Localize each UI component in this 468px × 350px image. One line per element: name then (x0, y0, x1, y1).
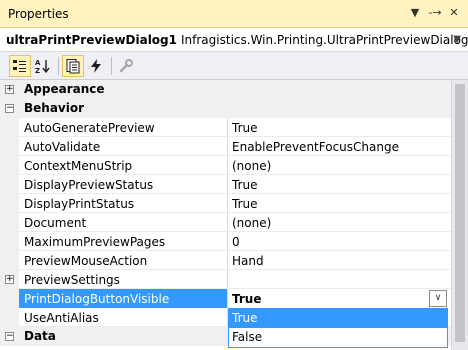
column-divider (227, 137, 228, 156)
value-dropdown-list[interactable]: True False (228, 308, 448, 348)
property-name: MaximumPreviewPages (24, 235, 166, 249)
lightning-icon (91, 59, 101, 73)
collapse-icon[interactable]: − (5, 104, 14, 113)
category-appearance[interactable]: + Appearance (0, 80, 451, 99)
svg-text:A: A (35, 59, 41, 67)
property-row-maximumpreviewpages[interactable]: MaximumPreviewPages 0 (0, 232, 451, 251)
expand-icon[interactable]: + (5, 275, 14, 284)
properties-title-bar[interactable]: Properties ▼ -→ ✕ (0, 0, 468, 28)
chevron-down-icon[interactable]: ▼ (453, 34, 461, 45)
object-name: ultraPrintPreviewDialog1 (6, 33, 177, 47)
properties-icon (66, 59, 80, 74)
column-divider (227, 118, 228, 137)
property-value[interactable]: Hand (232, 254, 447, 268)
property-name: UseAntiAlias (24, 311, 99, 325)
column-divider (227, 251, 228, 270)
column-divider (227, 232, 228, 251)
wrench-icon (119, 59, 133, 73)
toolbar-separator (111, 57, 112, 75)
dropdown-option-false[interactable]: False (229, 328, 447, 347)
vertical-scrollbar[interactable] (451, 80, 468, 350)
dropdown-icon[interactable]: ▼ (408, 6, 422, 20)
category-label: Appearance (24, 82, 105, 96)
property-value[interactable]: True (232, 197, 447, 211)
property-name: DisplayPrintStatus (24, 197, 135, 211)
property-pages-button[interactable] (115, 55, 137, 77)
property-name: DisplayPreviewStatus (24, 178, 154, 192)
window-title: Properties (8, 7, 69, 21)
pin-icon[interactable]: -→ (428, 6, 442, 20)
property-value[interactable]: 0 (232, 235, 447, 249)
column-divider (227, 270, 228, 289)
events-button[interactable] (85, 55, 107, 77)
property-name: ContextMenuStrip (24, 159, 133, 173)
row-margin (0, 194, 19, 213)
property-value[interactable]: True (232, 178, 447, 192)
category-behavior[interactable]: − Behavior (0, 99, 451, 118)
object-selector[interactable]: ultraPrintPreviewDialog1 Infragistics.Win… (0, 28, 468, 52)
row-margin (0, 308, 19, 327)
property-name: Document (24, 216, 87, 230)
close-icon[interactable]: ✕ (447, 6, 461, 20)
column-divider (227, 289, 228, 308)
categorized-icon (13, 60, 26, 72)
categorized-button[interactable] (9, 55, 31, 77)
property-name: PreviewMouseAction (24, 254, 148, 268)
property-row-printdialogbuttonvisible[interactable]: PrintDialogButtonVisible True ∨ (0, 289, 451, 308)
row-margin (0, 289, 19, 308)
property-row-document[interactable]: Document (none) (0, 213, 451, 232)
property-value[interactable]: (none) (232, 159, 447, 173)
property-value[interactable]: True (232, 121, 447, 135)
row-margin (0, 156, 19, 175)
column-divider (227, 194, 228, 213)
property-row-displaypreviewstatus[interactable]: DisplayPreviewStatus True (0, 175, 451, 194)
alphabetical-button[interactable]: A Z (32, 55, 54, 77)
property-name: PrintDialogButtonVisible (19, 289, 227, 308)
property-row-previewsettings[interactable]: + PreviewSettings (0, 270, 451, 289)
row-margin (0, 213, 19, 232)
property-name: AutoValidate (24, 140, 101, 154)
dropdown-button[interactable]: ∨ (429, 290, 447, 307)
expand-icon[interactable]: + (5, 85, 14, 94)
property-value[interactable]: (none) (232, 216, 447, 230)
properties-button[interactable] (62, 55, 84, 77)
row-margin (0, 137, 19, 156)
property-value-editor[interactable]: True (232, 292, 447, 306)
column-divider (227, 156, 228, 175)
property-name: PreviewSettings (24, 273, 120, 287)
properties-toolbar: A Z (0, 52, 468, 80)
column-divider (227, 213, 228, 232)
row-margin (0, 251, 19, 270)
scrollbar-thumb[interactable] (455, 84, 465, 342)
property-row-autogeneratepreview[interactable]: AutoGeneratePreview True (0, 118, 451, 137)
property-row-previewmouseaction[interactable]: PreviewMouseAction Hand (0, 251, 451, 270)
object-type: Infragistics.Win.Printing.UltraPrintPrev… (181, 33, 468, 47)
alphabetical-icon: A Z (35, 59, 50, 74)
property-row-autovalidate[interactable]: AutoValidate EnablePreventFocusChange (0, 137, 451, 156)
toolbar-separator (58, 57, 59, 75)
dropdown-option-true[interactable]: True (229, 309, 447, 328)
property-row-contextmenustrip[interactable]: ContextMenuStrip (none) (0, 156, 451, 175)
property-value[interactable]: EnablePreventFocusChange (232, 140, 447, 154)
collapse-icon[interactable]: − (5, 332, 14, 341)
category-label: Behavior (24, 101, 85, 115)
column-divider (227, 175, 228, 194)
category-label: Data (24, 329, 56, 343)
property-name: AutoGeneratePreview (24, 121, 155, 135)
object-name-label: ultraPrintPreviewDialog1 Infragistics.Win… (6, 33, 468, 47)
property-row-displayprintstatus[interactable]: DisplayPrintStatus True (0, 194, 451, 213)
row-margin (0, 232, 19, 251)
svg-text:Z: Z (35, 67, 40, 74)
row-margin (0, 175, 19, 194)
row-margin (0, 118, 19, 137)
